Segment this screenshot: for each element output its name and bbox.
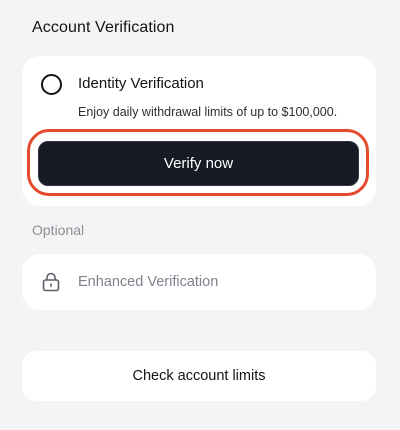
account-verification-title: Account Verification	[32, 19, 175, 36]
identity-radio-button[interactable]	[41, 74, 62, 95]
enhanced-verification-card[interactable]: Enhanced Verification	[22, 254, 376, 310]
enhanced-verification-label: Enhanced Verification	[78, 274, 219, 290]
verify-now-label: Verify now	[163, 155, 234, 172]
optional-section-label: Optional	[32, 222, 85, 238]
lock-icon	[42, 272, 60, 292]
identity-verification-description: Enjoy daily withdrawal limits of up to $…	[78, 105, 338, 119]
verify-now-button[interactable]: Verify now	[38, 141, 359, 186]
check-account-limits-button[interactable]: Check account limits	[22, 351, 376, 401]
identity-verification-title: Identity Verification	[78, 75, 204, 92]
check-account-limits-label: Check account limits	[132, 368, 266, 384]
